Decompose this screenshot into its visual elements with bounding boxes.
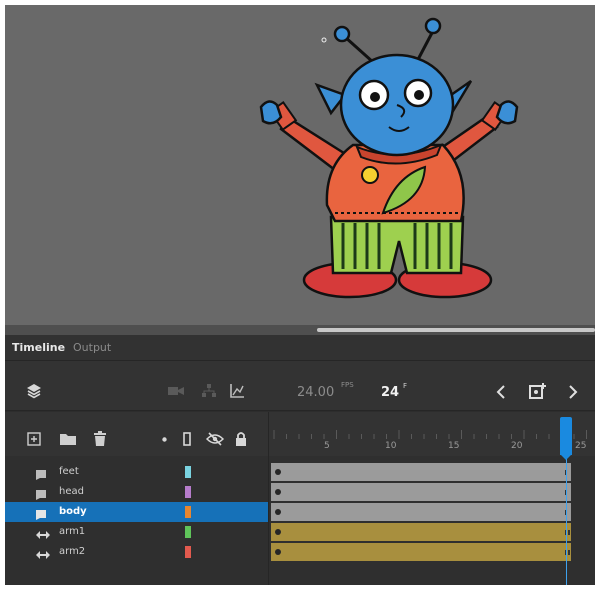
frame-row-arm2[interactable] [269,542,595,562]
animate-app: Timeline Output 24.00 FPS 24 F 5 10 15 2… [5,5,595,585]
motion-tween-icon [35,546,51,565]
new-layer-icon[interactable] [27,432,41,446]
layer-row-arm2[interactable]: arm2 [5,542,268,562]
frame-span[interactable] [271,503,571,521]
keyframe[interactable] [275,469,281,475]
lock-icon[interactable] [235,431,247,446]
frame-row-feet[interactable] [269,462,595,482]
stage-scrollbar[interactable] [5,325,595,335]
end-frame-marker [568,550,570,555]
ruler-label: 10 [385,441,397,451]
playhead-tip[interactable] [560,454,572,460]
alien-character[interactable] [5,5,595,325]
camera-icon[interactable] [168,385,184,397]
frame-row-head[interactable] [269,482,595,502]
next-keyframe-icon[interactable] [568,385,578,399]
fps-unit: FPS [341,381,354,389]
layer-row-arm1[interactable]: arm1 [5,522,268,542]
ruler-label: 25 [575,441,587,451]
fps-value[interactable]: 24.00 [297,385,334,400]
layer-list: feet head body arm1 arm2 [5,456,268,585]
highlight-dot-icon[interactable] [162,437,167,442]
tween-span[interactable] [271,543,571,561]
ruler-label: 20 [511,441,523,451]
outline-icon[interactable] [183,432,191,446]
layer-header [5,412,268,456]
ruler-label: 15 [448,441,460,451]
playhead-handle[interactable] [560,417,572,455]
layer-depth-icon[interactable] [201,383,217,399]
keyframe[interactable] [275,529,281,535]
stage[interactable] [5,5,595,325]
layer-name[interactable]: feet [59,466,79,477]
keyframe[interactable] [275,549,281,555]
frame-unit: F [403,382,408,390]
visibility-icon[interactable] [206,432,224,446]
layers-stack-icon[interactable] [26,383,42,399]
insert-keyframe-icon[interactable] [529,382,547,400]
panel-tabs: Timeline Output [5,335,595,361]
layer-name[interactable]: arm2 [59,546,85,557]
ruler-ticks [273,430,587,439]
keyframe[interactable] [275,509,281,515]
timeline-toolbar: 24.00 FPS 24 F [5,361,595,411]
frame-row-arm1[interactable] [269,522,595,542]
frame-span[interactable] [271,483,571,501]
layer-name[interactable]: body [59,506,87,517]
frame-grid[interactable] [269,456,595,585]
layer-color-swatch[interactable] [185,546,191,558]
stage-scrollbar-thumb[interactable] [317,328,595,332]
end-frame-marker [568,530,570,535]
layer-row-feet[interactable]: feet [5,462,268,482]
frame-row-body[interactable] [269,502,595,522]
frame-span[interactable] [271,463,571,481]
tab-timeline[interactable]: Timeline [12,341,65,354]
tab-output[interactable]: Output [73,341,111,354]
frame-ruler[interactable]: 5 10 15 20 25 [269,412,595,456]
new-folder-icon[interactable] [59,432,77,446]
layer-color-swatch[interactable] [185,506,191,518]
layer-color-swatch[interactable] [185,526,191,538]
current-frame-value[interactable]: 24 [381,385,399,400]
prev-keyframe-icon[interactable] [496,385,506,399]
layer-color-swatch[interactable] [185,466,191,478]
layer-row-body[interactable]: body [5,502,268,522]
delete-icon[interactable] [93,431,107,447]
layer-name[interactable]: arm1 [59,526,85,537]
layer-name[interactable]: head [59,486,84,497]
tween-span[interactable] [271,523,571,541]
layer-row-head[interactable]: head [5,482,268,502]
ruler-label: 5 [324,441,330,451]
layer-color-swatch[interactable] [185,486,191,498]
keyframe[interactable] [275,489,281,495]
graph-icon[interactable] [229,383,245,399]
